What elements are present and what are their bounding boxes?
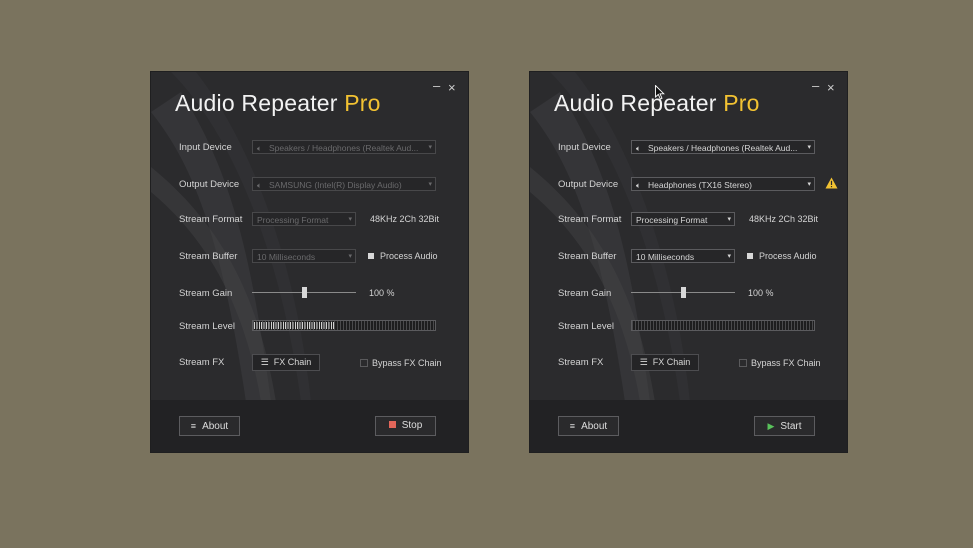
stream-level-label: Stream Level xyxy=(558,321,614,332)
app-title-main: Audio Repeater xyxy=(554,90,724,116)
output-device-dropdown[interactable]: 🔈︎ SAMSUNG (Intel(R) Display Audio) ▾ xyxy=(252,177,436,191)
input-device-label: Input Device xyxy=(558,142,611,153)
process-audio-label: Process Audio xyxy=(380,251,438,261)
app-title-pro: Pro xyxy=(723,90,760,116)
process-audio-checkbox[interactable] xyxy=(747,253,753,259)
minimize-icon[interactable]: – xyxy=(433,78,440,93)
speaker-icon: 🔈︎ xyxy=(636,144,641,153)
gain-value: 100 % xyxy=(369,288,395,298)
speaker-icon: 🔈︎ xyxy=(636,181,641,190)
menu-icon: ≡ xyxy=(569,421,576,431)
fx-chain-button[interactable]: ☰ FX Chain xyxy=(631,354,699,371)
dropdown-arrow-icon: ▾ xyxy=(807,144,811,151)
dropdown-arrow-icon: ▾ xyxy=(727,216,731,223)
dropdown-arrow-icon: ▾ xyxy=(428,181,432,188)
stream-buffer-value: 10 Milliseconds xyxy=(636,252,695,262)
fx-chain-icon: ☰ xyxy=(260,357,269,367)
app-title: Audio Repeater Pro xyxy=(175,90,381,117)
input-device-dropdown[interactable]: 🔈︎ Speakers / Headphones (Realtek Aud... … xyxy=(631,140,815,154)
background-swoosh xyxy=(530,72,690,402)
input-device-value: Speakers / Headphones (Realtek Aud... xyxy=(269,143,419,153)
input-device-value: Speakers / Headphones (Realtek Aud... xyxy=(648,143,798,153)
stream-level-meter xyxy=(252,320,436,331)
stream-format-dropdown[interactable]: Processing Format ▾ xyxy=(631,212,735,226)
dropdown-arrow-icon: ▾ xyxy=(428,144,432,151)
bypass-fx-label: Bypass FX Chain xyxy=(751,358,821,368)
dropdown-arrow-icon: ▾ xyxy=(807,181,811,188)
stream-format-label: Stream Format xyxy=(558,214,622,225)
audio-repeater-window-stopped: – × Audio Repeater Pro Input Device 🔈︎ Sp… xyxy=(530,72,847,452)
stream-fx-label: Stream FX xyxy=(558,357,604,368)
stream-gain-label: Stream Gain xyxy=(558,288,612,299)
stream-gain-label: Stream Gain xyxy=(179,288,233,299)
process-audio-checkbox[interactable] xyxy=(368,253,374,259)
gain-slider-thumb[interactable] xyxy=(302,287,307,298)
stream-format-value: Processing Format xyxy=(257,215,329,225)
warning-icon xyxy=(825,177,838,189)
stream-buffer-value: 10 Milliseconds xyxy=(257,252,316,262)
stream-format-label: Stream Format xyxy=(179,214,243,225)
format-info: 48KHz 2Ch 32Bit xyxy=(749,214,819,224)
speaker-icon: 🔈︎ xyxy=(257,144,262,153)
output-device-label: Output Device xyxy=(179,179,240,190)
format-info: 48KHz 2Ch 32Bit xyxy=(370,214,440,224)
fx-chain-button[interactable]: ☰ FX Chain xyxy=(252,354,320,371)
bypass-fx-checkbox[interactable] xyxy=(360,359,368,367)
stream-buffer-label: Stream Buffer xyxy=(558,251,617,262)
input-device-dropdown[interactable]: 🔈︎ Speakers / Headphones (Realtek Aud... … xyxy=(252,140,436,154)
output-device-value: SAMSUNG (Intel(R) Display Audio) xyxy=(269,180,402,190)
app-title-main: Audio Repeater xyxy=(175,90,345,116)
start-label: Start xyxy=(780,421,802,432)
mouse-cursor-icon xyxy=(655,85,665,100)
audio-repeater-window-running: – × Audio Repeater Pro Input Device 🔈︎ Sp… xyxy=(151,72,468,452)
close-icon[interactable]: × xyxy=(448,80,456,95)
about-button[interactable]: ≡ About xyxy=(179,416,240,436)
output-device-value: Headphones (TX16 Stereo) xyxy=(648,180,752,190)
footer-bar: ≡ About Stop xyxy=(151,400,468,452)
stream-buffer-dropdown[interactable]: 10 Milliseconds ▾ xyxy=(252,249,356,263)
play-icon: ▶ xyxy=(767,421,775,431)
app-title-pro: Pro xyxy=(344,90,381,116)
about-label: About xyxy=(581,421,608,432)
speaker-icon: 🔈︎ xyxy=(257,181,262,190)
stream-buffer-dropdown[interactable]: 10 Milliseconds ▾ xyxy=(631,249,735,263)
output-device-dropdown[interactable]: 🔈︎ Headphones (TX16 Stereo) ▾ xyxy=(631,177,815,191)
about-label: About xyxy=(202,421,229,432)
dropdown-arrow-icon: ▾ xyxy=(727,253,731,260)
stream-format-dropdown[interactable]: Processing Format ▾ xyxy=(252,212,356,226)
stop-label: Stop xyxy=(401,420,423,431)
footer-bar: ≡ About ▶ Start xyxy=(530,400,847,452)
close-icon[interactable]: × xyxy=(827,80,835,95)
fx-chain-icon: ☰ xyxy=(639,357,648,367)
input-device-label: Input Device xyxy=(179,142,232,153)
gain-slider-thumb[interactable] xyxy=(681,287,686,298)
bypass-fx-label: Bypass FX Chain xyxy=(372,358,442,368)
start-button[interactable]: ▶ Start xyxy=(754,416,815,436)
fx-chain-label: FX Chain xyxy=(652,357,691,367)
background-swoosh xyxy=(151,72,311,402)
process-audio-label: Process Audio xyxy=(759,251,817,261)
stop-icon xyxy=(388,421,396,428)
stream-format-value: Processing Format xyxy=(636,215,708,225)
stop-button[interactable]: Stop xyxy=(375,416,436,436)
fx-chain-label: FX Chain xyxy=(273,357,312,367)
stream-level-meter-fill xyxy=(254,322,335,329)
menu-icon: ≡ xyxy=(190,421,197,431)
gain-value: 100 % xyxy=(748,288,774,298)
stream-level-meter xyxy=(631,320,815,331)
dropdown-arrow-icon: ▾ xyxy=(348,216,352,223)
about-button[interactable]: ≡ About xyxy=(558,416,619,436)
stream-buffer-label: Stream Buffer xyxy=(179,251,238,262)
stream-fx-label: Stream FX xyxy=(179,357,225,368)
bypass-fx-checkbox[interactable] xyxy=(739,359,747,367)
stream-level-label: Stream Level xyxy=(179,321,235,332)
output-device-label: Output Device xyxy=(558,179,619,190)
dropdown-arrow-icon: ▾ xyxy=(348,253,352,260)
minimize-icon[interactable]: – xyxy=(812,78,819,93)
